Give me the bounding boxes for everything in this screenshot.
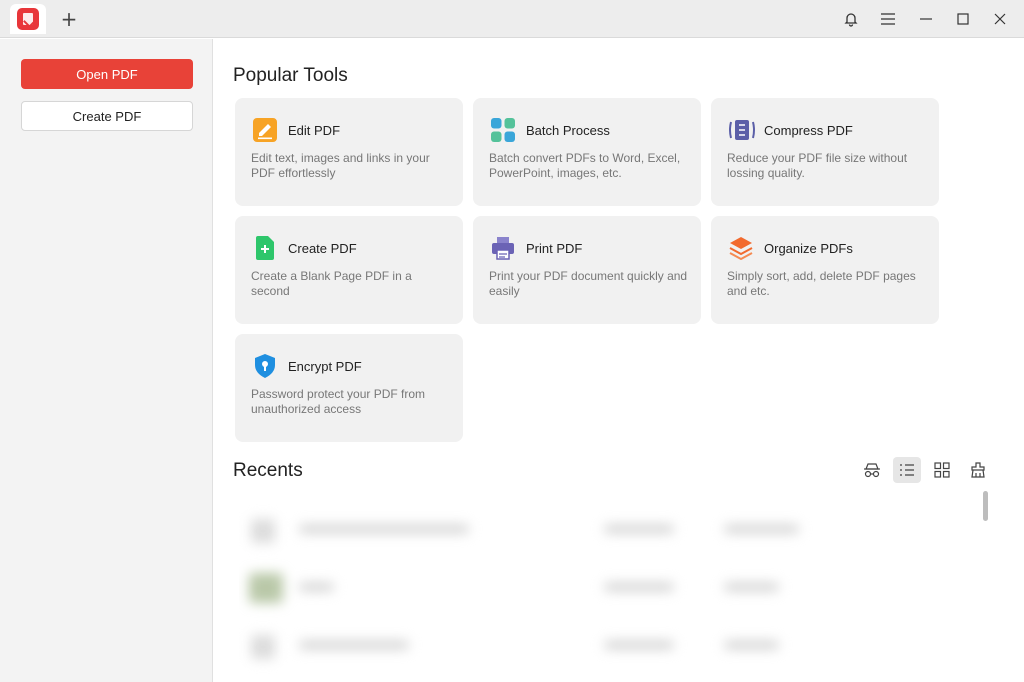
edit-icon [253,118,277,142]
bell-icon[interactable] [840,8,862,30]
tool-desc: Reduce your PDF file size without lossin… [727,151,908,180]
tool-desc: Password protect your PDF from unauthori… [251,387,426,416]
maximize-icon[interactable] [952,8,974,30]
shield-icon [253,354,277,378]
tool-card-batch-process[interactable]: Batch Process Batch convert PDFs to Word… [473,98,701,206]
recents-scrollbar[interactable] [983,491,988,521]
tool-title: Compress PDF [764,123,853,138]
main-content: Popular Tools Edit PDF Edit text, images… [214,39,1024,682]
printer-icon [491,236,515,260]
compress-icon [729,118,755,142]
tool-card-print-pdf[interactable]: Print PDF Print your PDF document quickl… [473,216,701,324]
list-view-icon[interactable] [893,457,921,483]
tool-desc: Print your PDF document quickly and easi… [489,269,688,298]
recents-title: Recents [233,460,303,481]
tool-title: Batch Process [526,123,610,138]
recent-row[interactable] [239,567,839,607]
tool-card-compress-pdf[interactable]: Compress PDF Reduce your PDF file size w… [711,98,939,206]
recent-row[interactable] [239,509,839,549]
title-bar: + [0,0,1024,38]
app-tab[interactable] [10,4,46,34]
incognito-icon[interactable] [858,457,886,483]
create-pdf-button[interactable]: Create PDF [21,101,193,131]
tool-card-organize-pdfs[interactable]: Organize PDFs Simply sort, add, delete P… [711,216,939,324]
tool-desc: Edit text, images and links in your PDF … [251,151,430,180]
close-icon[interactable] [989,8,1011,30]
recent-row[interactable] [239,625,839,665]
tool-desc: Simply sort, add, delete PDF pages and e… [727,269,916,298]
tool-title: Organize PDFs [764,241,853,256]
recents-list [239,489,999,682]
tool-card-encrypt-pdf[interactable]: Encrypt PDF Password protect your PDF fr… [235,334,463,442]
tool-card-create-pdf[interactable]: Create PDF Create a Blank Page PDF in a … [235,216,463,324]
minimize-icon[interactable] [915,8,937,30]
tool-desc: Create a Blank Page PDF in a second [251,269,412,298]
add-doc-icon [253,236,277,260]
clear-icon[interactable] [964,457,992,483]
grid-icon [491,118,515,142]
popular-tools-title: Popular Tools [233,65,348,86]
menu-icon[interactable] [877,8,899,30]
tool-title: Encrypt PDF [288,359,362,374]
tool-desc: Batch convert PDFs to Word, Excel, Power… [489,151,681,180]
grid-view-icon[interactable] [928,457,956,483]
pdf-app-logo-icon [17,8,39,30]
tool-title: Create PDF [288,241,357,256]
layers-icon [729,236,753,261]
tool-title: Print PDF [526,241,583,256]
tool-title: Edit PDF [288,123,341,138]
plus-icon[interactable]: + [58,8,80,30]
tool-card-edit-pdf[interactable]: Edit PDF Edit text, images and links in … [235,98,463,206]
sidebar: Open PDF Create PDF [0,39,213,682]
open-pdf-button[interactable]: Open PDF [21,59,193,89]
